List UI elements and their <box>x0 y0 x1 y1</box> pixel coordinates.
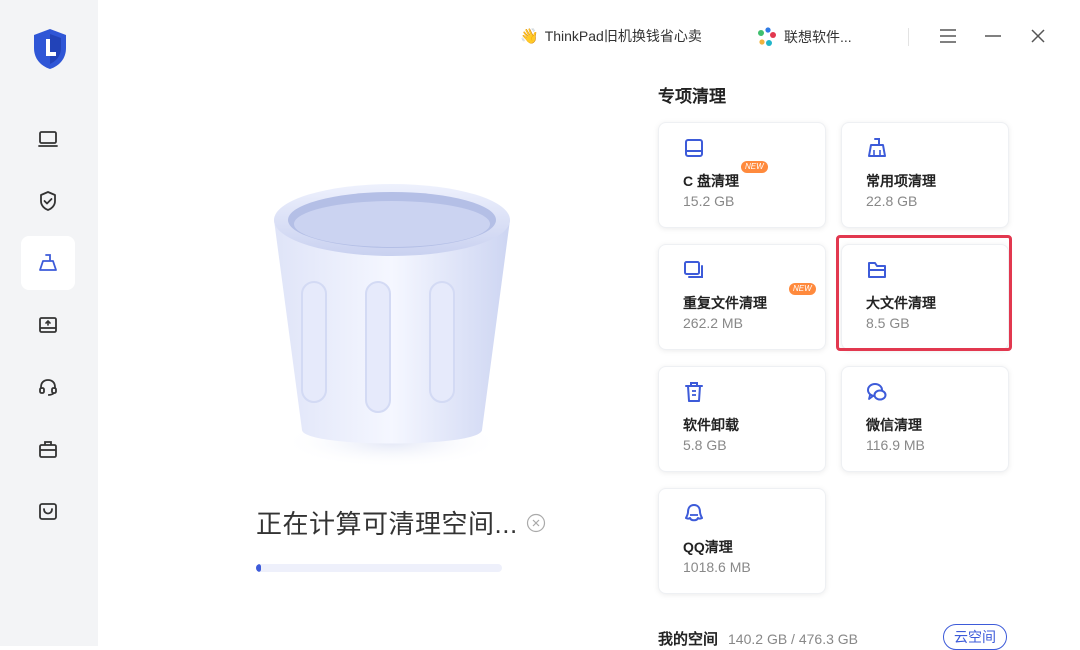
card-wechat-cleanup[interactable]: 微信清理 116.9 MB <box>841 366 1009 472</box>
sidebar-item-cleanup[interactable] <box>21 236 75 290</box>
card-size: 5.8 GB <box>683 437 727 453</box>
card-size: 1018.6 MB <box>683 559 751 575</box>
promo-text: ThinkPad旧机换钱省心卖 <box>544 28 702 44</box>
sidebar-item-security[interactable] <box>21 174 75 228</box>
shield-check-icon <box>40 191 56 211</box>
sidebar <box>0 0 98 646</box>
shopping-bag-icon <box>39 503 57 520</box>
card-title: 重复文件清理 <box>683 295 767 311</box>
apps-icon <box>758 27 776 46</box>
card-qq-cleanup[interactable]: QQ清理 1018.6 MB <box>658 488 826 594</box>
card-title: QQ清理 <box>683 539 733 555</box>
broom-icon <box>868 138 886 157</box>
scan-progress-fill <box>256 564 261 572</box>
cancel-scan-icon[interactable] <box>526 513 546 533</box>
minimize-button[interactable] <box>981 24 1005 48</box>
sidebar-item-computer[interactable] <box>21 112 75 166</box>
qq-icon <box>685 504 703 522</box>
card-title: 微信清理 <box>866 417 922 433</box>
card-c-drive-cleanup[interactable]: C 盘清理 NEW 15.2 GB <box>658 122 826 228</box>
app-logo-icon <box>32 28 68 70</box>
new-badge: NEW <box>741 161 768 173</box>
sidebar-item-support[interactable] <box>21 360 75 414</box>
card-size: 262.2 MB <box>683 315 743 331</box>
wechat-icon <box>867 383 887 401</box>
minimize-icon <box>985 35 1001 37</box>
new-badge: NEW <box>789 283 816 295</box>
card-common-cleanup[interactable]: 常用项清理 22.8 GB <box>841 122 1009 228</box>
broom-icon <box>39 254 57 271</box>
waving-hand-icon: 👋 <box>520 28 539 45</box>
card-size: 22.8 GB <box>866 193 918 209</box>
my-space-value: 140.2 GB / 476.3 GB <box>728 630 858 647</box>
card-software-uninstall[interactable]: 软件卸载 5.8 GB <box>658 366 826 472</box>
scan-progress-bar <box>256 564 502 572</box>
promo-link[interactable]: 👋 ThinkPad旧机换钱省心卖 <box>520 26 702 46</box>
scan-status: 正在计算可清理空间... <box>256 504 546 541</box>
software-text: 联想软件... <box>784 29 852 45</box>
card-size: 15.2 GB <box>683 193 735 209</box>
briefcase-icon <box>39 441 57 458</box>
section-title: 专项清理 <box>658 87 726 106</box>
trash-icon <box>685 382 703 402</box>
sidebar-item-drivers[interactable] <box>21 298 75 352</box>
sidebar-item-store[interactable] <box>21 484 75 538</box>
duplicate-files-icon <box>684 261 703 278</box>
card-duplicate-files-cleanup[interactable]: 重复文件清理 NEW 262.2 MB <box>658 244 826 350</box>
scan-status-text: 正在计算可清理空间... <box>256 509 518 539</box>
close-button[interactable] <box>1026 24 1050 48</box>
software-link[interactable]: 联想软件... <box>756 26 852 48</box>
headset-icon <box>39 379 57 396</box>
menu-button[interactable] <box>936 24 960 48</box>
drive-icon <box>685 139 703 157</box>
drive-icon <box>39 317 57 333</box>
topbar-divider <box>908 28 909 46</box>
laptop-icon <box>38 131 58 147</box>
card-title: 常用项清理 <box>866 173 936 189</box>
card-title: C 盘清理 <box>683 173 739 189</box>
menu-icon <box>940 29 956 43</box>
close-icon <box>1031 29 1045 43</box>
highlight-box <box>836 235 1012 351</box>
card-title: 软件卸载 <box>683 417 739 433</box>
sidebar-item-toolbox[interactable] <box>21 422 75 476</box>
trash-bin-illustration <box>262 172 522 482</box>
cloud-space-button[interactable]: 云空间 <box>943 624 1007 650</box>
card-size: 116.9 MB <box>866 437 925 453</box>
